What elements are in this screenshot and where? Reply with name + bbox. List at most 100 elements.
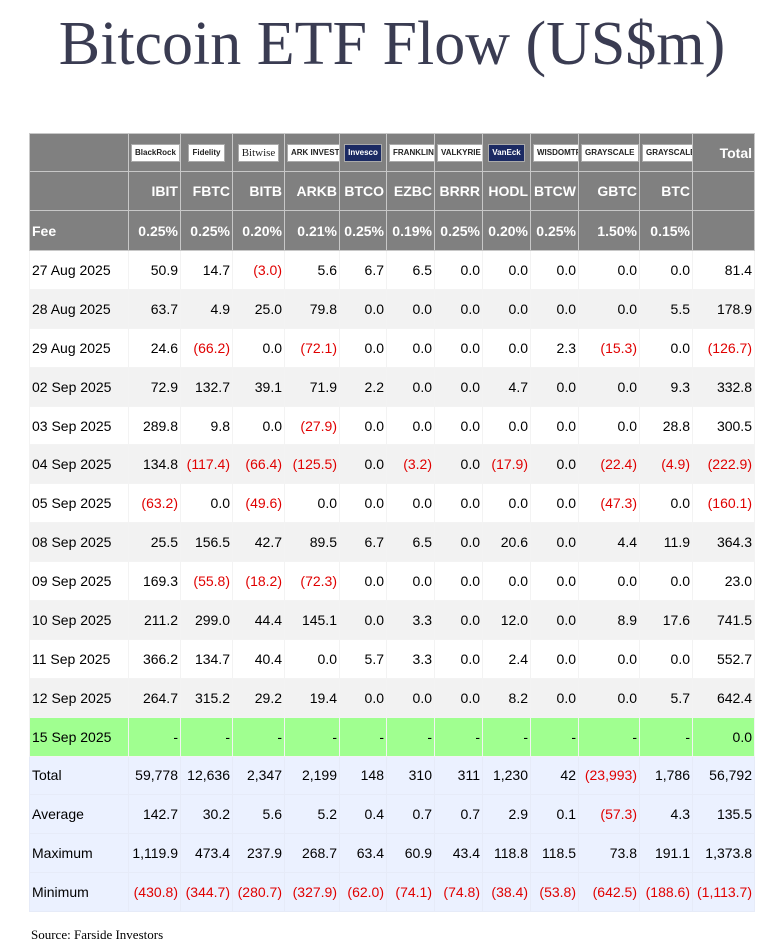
summary-cell: 5.2 [284, 794, 340, 835]
summary-cell: 191.1 [639, 833, 693, 873]
summary-cell: (62.0) [339, 871, 387, 912]
flow-cell: 0.0 [578, 638, 640, 679]
flow-cell: - [128, 716, 181, 757]
flow-cell: 0.0 [434, 522, 483, 563]
flow-cell: (72.1) [284, 327, 340, 368]
summary-cell: 42 [530, 755, 579, 796]
summary-cell: 5.6 [232, 794, 285, 835]
flow-cell: - [339, 716, 387, 757]
summary-cell: (344.7) [180, 871, 233, 912]
flow-cell: (18.2) [232, 561, 285, 602]
ticker-cell: FBTC [180, 171, 233, 211]
summary-cell: 237.9 [232, 833, 285, 873]
date-cell: 04 Sep 2025 [29, 444, 129, 485]
summary-row: Average 142.7 30.2 5.6 5.2 0.4 0.7 0.7 2.9 0.1 (57… [29, 794, 755, 835]
summary-cell: (327.9) [284, 871, 340, 912]
issuer-logo: Fidelity [188, 143, 225, 162]
summary-cell: 60.9 [386, 833, 435, 873]
total-column-header: Total [692, 133, 755, 172]
flow-cell: 6.7 [339, 522, 387, 563]
table-row: 04 Sep 2025 134.8 (117.4) (66.4) (125.5) 0.0(… [29, 444, 755, 485]
flow-cell: 0.0 [639, 250, 693, 290]
fee-cell: 0.25% [434, 210, 483, 251]
flow-cell: 0.0 [530, 366, 579, 407]
issuer-logo-cell: FRANKLIN TEMPLETON [386, 133, 435, 172]
date-cell: 10 Sep 2025 [29, 600, 129, 640]
flow-cell: 2.3 [530, 327, 579, 368]
flow-cell: 50.9 [128, 250, 181, 290]
flow-cell: 0.0 [386, 405, 435, 446]
flow-cell: 4.4 [578, 522, 640, 563]
summary-label: Maximum [29, 833, 129, 873]
flow-cell: (125.5) [284, 444, 340, 485]
date-cell: 09 Sep 2025 [29, 561, 129, 602]
flow-cell: 3.3 [386, 638, 435, 679]
issuer-logo: Bitwise [237, 143, 280, 162]
issuer-logo-cell: Invesco [339, 133, 387, 172]
flow-cell: 0.0 [578, 250, 640, 290]
flow-cell: (66.2) [180, 327, 233, 368]
fee-cell: 0.19% [386, 210, 435, 251]
flow-cell: 3.3 [386, 600, 435, 640]
flow-cell: 0.0 [339, 677, 387, 718]
issuer-logo: GRAYSCALE [642, 143, 692, 162]
flow-cell: 0.0 [530, 250, 579, 290]
fee-cell: 0.15% [639, 210, 693, 251]
ticker-cell: GBTC [578, 171, 640, 211]
summary-cell: (53.8) [530, 871, 579, 912]
flow-cell: 20.6 [482, 522, 531, 563]
flow-cell: 5.7 [339, 638, 387, 679]
flow-cell: 0.0 [482, 250, 531, 290]
issuer-logo: Invesco [344, 143, 382, 162]
ticker-cell: IBIT [128, 171, 181, 211]
flow-cell: 0.0 [482, 288, 531, 329]
flow-cell: 71.9 [284, 366, 340, 407]
flow-cell: 25.5 [128, 522, 181, 563]
fee-cell: 0.25% [339, 210, 387, 251]
summary-cell: (38.4) [482, 871, 531, 912]
flow-cell: 0.0 [339, 444, 387, 485]
flow-cell: (22.4) [578, 444, 640, 485]
issuer-logo: VanEck [488, 143, 525, 162]
summary-cell: 0.1 [530, 794, 579, 835]
flow-cell: - [386, 716, 435, 757]
issuer-logo: ARK INVEST [287, 143, 339, 162]
flow-cell: - [180, 716, 233, 757]
date-cell: 03 Sep 2025 [29, 405, 129, 446]
etf-flow-table-wrapper: BlackRock Fidelity Bitwise ARK INVEST Invesc… [29, 133, 755, 912]
flow-cell: 0.0 [482, 483, 531, 524]
flow-cell: 0.0 [284, 638, 340, 679]
table-row: 15 Sep 2025- - - - - - - - - - -0.0 [29, 716, 755, 757]
flow-cell: 28.8 [639, 405, 693, 446]
flow-cell: 79.8 [284, 288, 340, 329]
flow-cell: - [482, 716, 531, 757]
issuer-logo-cell: BlackRock [128, 133, 181, 172]
row-total-cell: 332.8 [692, 366, 755, 407]
summary-total-cell: 135.5 [692, 794, 755, 835]
table-row: 08 Sep 2025 25.5 156.5 42.7 89.5 6.7 6.5 0.0 20.… [29, 522, 755, 563]
flow-cell: - [639, 716, 693, 757]
flow-cell: 0.0 [284, 483, 340, 524]
issuer-logo-cell: ARK INVEST [284, 133, 340, 172]
flow-cell: 0.0 [578, 366, 640, 407]
date-cell: 12 Sep 2025 [29, 677, 129, 718]
flow-cell: - [434, 716, 483, 757]
row-total-cell: 552.7 [692, 638, 755, 679]
date-cell: 28 Aug 2025 [29, 288, 129, 329]
flow-cell: 72.9 [128, 366, 181, 407]
flow-cell: 0.0 [530, 677, 579, 718]
flow-cell: 132.7 [180, 366, 233, 407]
table-row: 11 Sep 2025 366.2 134.7 40.4 0.0 5.7 3.3 0.0 2.4… [29, 638, 755, 679]
summary-cell: (430.8) [128, 871, 181, 912]
flow-cell: (27.9) [284, 405, 340, 446]
flow-cell: 0.0 [482, 327, 531, 368]
flow-cell: - [232, 716, 285, 757]
flow-cell: 0.0 [530, 483, 579, 524]
flow-cell: 0.0 [386, 561, 435, 602]
summary-cell: 2,199 [284, 755, 340, 796]
summary-cell: 63.4 [339, 833, 387, 873]
summary-row: Maximum 1,119.9 473.4 237.9 268.7 63.4 60.9 43.… [29, 833, 755, 873]
issuer-logo: WISDOMTREE [533, 143, 578, 162]
fee-cell: 0.25% [180, 210, 233, 251]
flow-cell: 289.8 [128, 405, 181, 446]
